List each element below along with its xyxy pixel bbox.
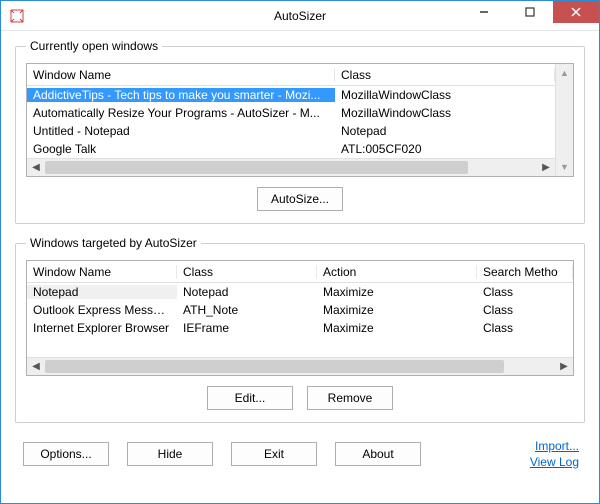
exit-button[interactable]: Exit (231, 442, 317, 466)
close-button[interactable] (553, 1, 599, 23)
list-item[interactable]: NotepadNotepadMaximizeClass (27, 283, 573, 301)
cell-action: Maximize (317, 285, 477, 299)
cell-class: Notepad (335, 124, 555, 138)
hide-button[interactable]: Hide (127, 442, 213, 466)
column-header[interactable]: Class (177, 265, 317, 279)
titlebar[interactable]: AutoSizer (1, 1, 599, 31)
import-link[interactable]: Import... (530, 439, 579, 453)
cell-class: Notepad (177, 285, 317, 299)
cell-window-name: Internet Explorer Browser (27, 321, 177, 335)
cell-search-method: Class (477, 285, 573, 299)
edit-button[interactable]: Edit... (207, 386, 293, 410)
cell-class: ATH_Note (177, 303, 317, 317)
open-windows-list[interactable]: Window Name Class AddictiveTips - Tech t… (26, 63, 574, 177)
scroll-up-icon[interactable]: ▲ (556, 64, 573, 82)
cell-search-method: Class (477, 321, 573, 335)
maximize-button[interactable] (507, 1, 553, 23)
horizontal-scrollbar[interactable]: ◀ ▶ (27, 158, 555, 176)
cell-window-name: Outlook Express Message (27, 303, 177, 317)
cell-class: MozillaWindowClass (335, 88, 555, 102)
group-target-legend: Windows targeted by AutoSizer (26, 236, 201, 250)
column-header[interactable]: Window Name (27, 68, 335, 82)
app-icon (9, 8, 25, 24)
list-item[interactable]: Internet Explorer BrowserIEFrameMaximize… (27, 319, 573, 337)
targeted-windows-list[interactable]: Window Name Class Action Search Metho No… (26, 260, 574, 376)
cell-window-name: Automatically Resize Your Programs - Aut… (27, 106, 335, 120)
cell-class: MozillaWindowClass (335, 106, 555, 120)
horizontal-scrollbar[interactable]: ◀ ▶ (27, 357, 573, 375)
list-item[interactable]: Google TalkATL:005CF020 (27, 140, 555, 158)
list-item[interactable]: Untitled - NotepadNotepad (27, 122, 555, 140)
cell-window-name: AddictiveTips - Tech tips to make you sm… (27, 88, 335, 102)
list-item[interactable]: Automatically Resize Your Programs - Aut… (27, 104, 555, 122)
column-header[interactable]: Action (317, 265, 477, 279)
vertical-scrollbar[interactable]: ▲ ▼ (555, 64, 573, 176)
scroll-left-icon[interactable]: ◀ (27, 159, 45, 176)
column-header[interactable]: Window Name (27, 265, 177, 279)
cell-window-name: Google Talk (27, 142, 335, 156)
cell-class: ATL:005CF020 (335, 142, 555, 156)
group-targeted-windows: Windows targeted by AutoSizer Window Nam… (15, 236, 585, 423)
autosize-button[interactable]: AutoSize... (257, 187, 343, 211)
options-button[interactable]: Options... (23, 442, 109, 466)
cell-action: Maximize (317, 303, 477, 317)
viewlog-link[interactable]: View Log (530, 455, 579, 469)
cell-search-method: Class (477, 303, 573, 317)
scroll-right-icon[interactable]: ▶ (555, 358, 573, 375)
column-header[interactable]: Class (335, 68, 555, 82)
about-button[interactable]: About (335, 442, 421, 466)
cell-window-name: Untitled - Notepad (27, 124, 335, 138)
cell-window-name: Notepad (27, 285, 177, 299)
group-open-windows: Currently open windows Window Name Class… (15, 39, 585, 224)
minimize-button[interactable] (461, 1, 507, 23)
scroll-down-icon[interactable]: ▼ (556, 158, 573, 176)
column-header[interactable]: Search Metho (477, 265, 573, 279)
cell-class: IEFrame (177, 321, 317, 335)
scroll-left-icon[interactable]: ◀ (27, 358, 45, 375)
remove-button[interactable]: Remove (307, 386, 393, 410)
group-open-legend: Currently open windows (26, 39, 162, 53)
scroll-right-icon[interactable]: ▶ (537, 159, 555, 176)
cell-action: Maximize (317, 321, 477, 335)
list-item[interactable]: AddictiveTips - Tech tips to make you sm… (27, 86, 555, 104)
list-item[interactable]: Outlook Express MessageATH_NoteMaximizeC… (27, 301, 573, 319)
